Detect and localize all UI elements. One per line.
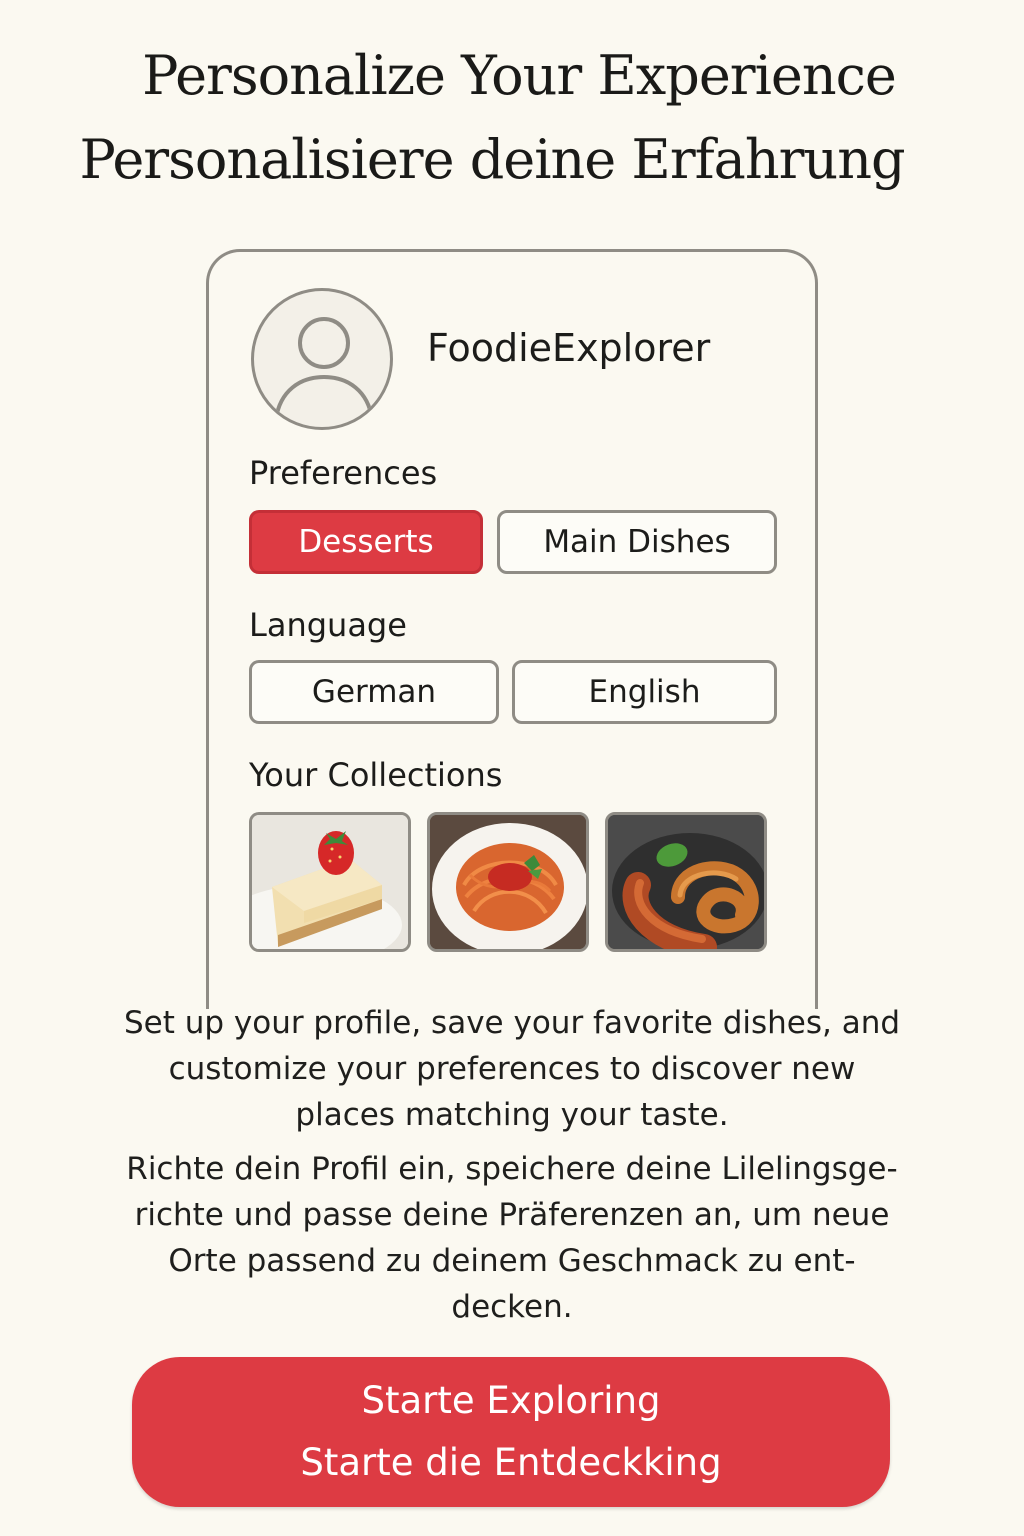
language-label: Language xyxy=(249,606,407,644)
collection-item-cheesecake[interactable] xyxy=(249,812,411,952)
sausage-pretzel-photo xyxy=(608,815,764,949)
description-en: Set up your profile, save your favorite … xyxy=(90,1000,934,1138)
description-line: Richte dein Profil ein, speichere deine … xyxy=(126,1151,898,1187)
description-line: decken. xyxy=(451,1289,573,1325)
language-chip-english[interactable]: English xyxy=(512,660,777,724)
spaghetti-photo xyxy=(430,815,586,949)
user-avatar-icon[interactable] xyxy=(251,288,393,430)
profile-card: FoodieExplorer Preferences Desserts Main… xyxy=(206,249,818,1009)
start-exploring-button[interactable]: Starte Exploring Starte die Entdeckking xyxy=(132,1357,890,1507)
preference-chip-desserts[interactable]: Desserts xyxy=(249,510,483,574)
description-line: places matching your taste. xyxy=(295,1097,729,1133)
start-exploring-label-en: Starte Exploring xyxy=(361,1379,661,1422)
username: FoodieExplorer xyxy=(427,326,711,370)
language-chip-german[interactable]: German xyxy=(249,660,499,724)
start-exploring-label-de: Starte die Entdeckking xyxy=(300,1441,722,1484)
collections-label: Your Collections xyxy=(249,756,503,794)
collection-item-sausage-pretzel[interactable] xyxy=(605,812,767,952)
description-line: richte und passe deine Präferenzen an, u… xyxy=(134,1197,890,1233)
description-line: Orte passend zu deinem Geschmack zu ent- xyxy=(168,1243,856,1279)
collection-item-spaghetti[interactable] xyxy=(427,812,589,952)
description-de: Richte dein Profil ein, speichere deine … xyxy=(90,1146,934,1330)
preferences-label: Preferences xyxy=(249,454,438,492)
description-line: customize your preferences to discover n… xyxy=(168,1051,856,1087)
preference-chip-main-dishes[interactable]: Main Dishes xyxy=(497,510,777,574)
page-title-en: Personalize Your Experience xyxy=(142,44,897,107)
cheesecake-photo xyxy=(252,815,408,949)
description-line: Set up your profile, save your favorite … xyxy=(123,1005,901,1041)
page-title-de: Personalisiere deine Erfahrung xyxy=(79,128,905,191)
